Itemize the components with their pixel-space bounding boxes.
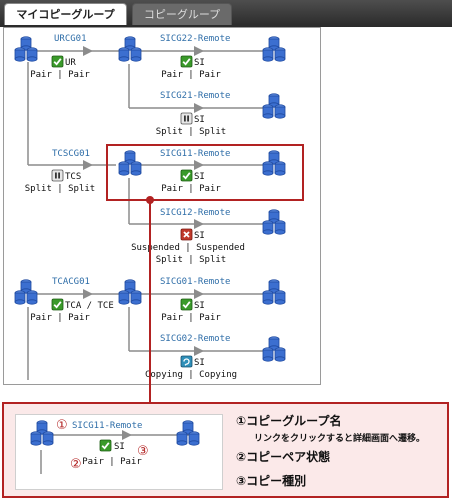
pair-status-text: Suspended | Suspended (131, 243, 245, 253)
copy-group-link-urcg01[interactable]: URCG01 (54, 34, 87, 44)
pair-status-pause-icon (180, 112, 193, 125)
legend-item-pair-status: ②コピーペア状態 (236, 450, 331, 464)
copy-group-link-sicg11-remote[interactable]: SICG11-Remote (160, 149, 230, 159)
copy-group-link-tcacg01[interactable]: TCACG01 (52, 277, 90, 287)
sample-diagram-drawing: SICG11-Remote SI Pair | Pair ① ② ③ (30, 418, 200, 474)
pair-status-text: Pair | Pair (161, 184, 221, 194)
marker-3: ③ (137, 444, 149, 459)
marker-1: ① (56, 418, 68, 433)
copy-group-link-sicg01-remote[interactable]: SICG01-Remote (160, 277, 230, 287)
copy-group-link-tcscg01[interactable]: TCSCG01 (52, 149, 90, 159)
copy-type-label: TCS (65, 172, 81, 182)
pair-status-text: Pair | Pair (161, 70, 221, 80)
pair-status-text: Copying | Copying (145, 370, 237, 380)
copy-group-link-sicg02-remote[interactable]: SICG02-Remote (160, 334, 230, 344)
pair-status-check-icon (180, 169, 193, 182)
copy-type-label: SI (194, 358, 205, 368)
copy-type-label: TCA / TCE (65, 301, 114, 311)
copy-group-tree: URCG01 TCSCG01 TCACG01 SICG22-Remote SIC… (14, 34, 286, 380)
tab-bar: マイコピーグループ コピーグループ (0, 0, 452, 27)
pair-status-check-icon (51, 298, 64, 311)
volume-icon (262, 279, 286, 305)
pair-status-pause-icon (51, 169, 64, 182)
volume-icon (262, 150, 286, 176)
copy-type-label: SI (194, 301, 205, 311)
legend-item-note: リンクをクリックすると詳細画面へ遷移。 (254, 434, 426, 444)
pair-status-check-icon (99, 439, 112, 452)
volume-icon (262, 93, 286, 119)
copy-type-label: SI (114, 442, 125, 452)
copy-group-link-sicg22-remote[interactable]: SICG22-Remote (160, 34, 230, 44)
volume-icon (30, 420, 54, 446)
pair-status-text: Split | Split (25, 184, 95, 194)
copy-type-label: UR (65, 58, 76, 68)
copy-group-link-sicg21-remote[interactable]: SICG21-Remote (160, 91, 230, 101)
pair-status-check-icon (180, 55, 193, 68)
volume-icon (262, 209, 286, 235)
copy-type-label: SI (194, 172, 205, 182)
volume-icon (14, 36, 38, 62)
marker-2: ② (70, 457, 82, 472)
volume-icon (118, 36, 142, 62)
pair-status-check-icon (180, 298, 193, 311)
volume-icon (262, 36, 286, 62)
tab-my-copy-groups[interactable]: マイコピーグループ (4, 3, 127, 25)
volume-icon (118, 150, 142, 176)
pair-status-text: Pair | Pair (82, 457, 142, 467)
pair-status-check-icon (51, 55, 64, 68)
legend-item-copy-type: ③コピー種別 (236, 474, 307, 488)
copy-type-label: SI (194, 58, 205, 68)
copy-type-label: SI (194, 115, 205, 125)
pair-status-text: Pair | Pair (30, 70, 90, 80)
volume-icon (118, 279, 142, 305)
volume-icon (14, 279, 38, 305)
pair-status-text: Split | Split (156, 255, 226, 265)
pair-status-copy-icon (180, 355, 193, 368)
pair-status-error-icon (180, 228, 193, 241)
tab-copy-groups[interactable]: コピーグループ (132, 3, 232, 25)
legend-callout: SICG11-Remote SI Pair | Pair ① ② ③ ①コピーグ… (2, 402, 449, 498)
copy-type-label: SI (194, 231, 205, 241)
volume-icon (176, 420, 200, 446)
legend-item-copy-group-name: ①コピーグループ名 (236, 414, 342, 428)
volume-icon (262, 336, 286, 362)
pair-status-text: Pair | Pair (161, 313, 221, 323)
copy-group-link-sicg12-remote[interactable]: SICG12-Remote (160, 208, 230, 218)
pair-status-text: Split | Split (156, 127, 226, 137)
sample-copy-group-link[interactable]: SICG11-Remote (72, 421, 142, 431)
copy-group-tree-panel: URCG01 TCSCG01 TCACG01 SICG22-Remote SIC… (3, 27, 321, 385)
pair-status-text: Pair | Pair (30, 313, 90, 323)
